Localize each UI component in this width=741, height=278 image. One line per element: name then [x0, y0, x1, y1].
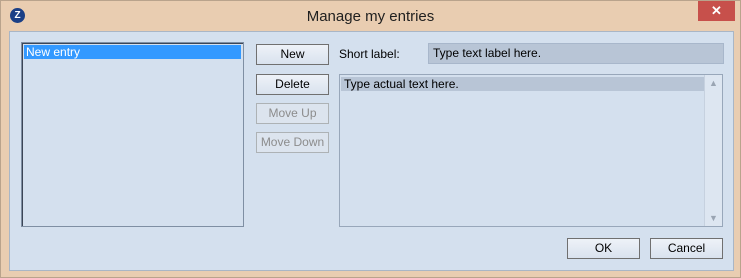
short-label-input[interactable]: Type text label here.: [428, 43, 724, 64]
entry-text-area[interactable]: Type actual text here. ▲ ▼: [339, 74, 723, 227]
close-icon: ✕: [711, 3, 722, 18]
delete-button[interactable]: Delete: [256, 74, 329, 95]
entries-list[interactable]: New entry: [21, 42, 244, 227]
dialog-window: Z Manage my entries ✕ New entry New Dele…: [0, 0, 741, 278]
title-bar[interactable]: Z Manage my entries ✕: [1, 1, 740, 31]
ok-button[interactable]: OK: [567, 238, 640, 259]
window-title: Manage my entries: [306, 8, 435, 25]
close-button[interactable]: ✕: [698, 1, 735, 21]
move-up-button[interactable]: Move Up: [256, 103, 329, 124]
scroll-down-icon[interactable]: ▼: [705, 210, 722, 226]
vertical-scrollbar[interactable]: ▲ ▼: [704, 75, 722, 226]
cancel-button[interactable]: Cancel: [650, 238, 723, 259]
new-button[interactable]: New: [256, 44, 329, 65]
dialog-body: New entry New Delete Move Up Move Down S…: [9, 31, 734, 271]
short-label-caption: Short label:: [339, 47, 400, 61]
move-down-button[interactable]: Move Down: [256, 132, 329, 153]
list-item[interactable]: New entry: [24, 45, 241, 59]
entry-text-line[interactable]: Type actual text here.: [341, 77, 705, 91]
scroll-up-icon[interactable]: ▲: [705, 75, 722, 91]
